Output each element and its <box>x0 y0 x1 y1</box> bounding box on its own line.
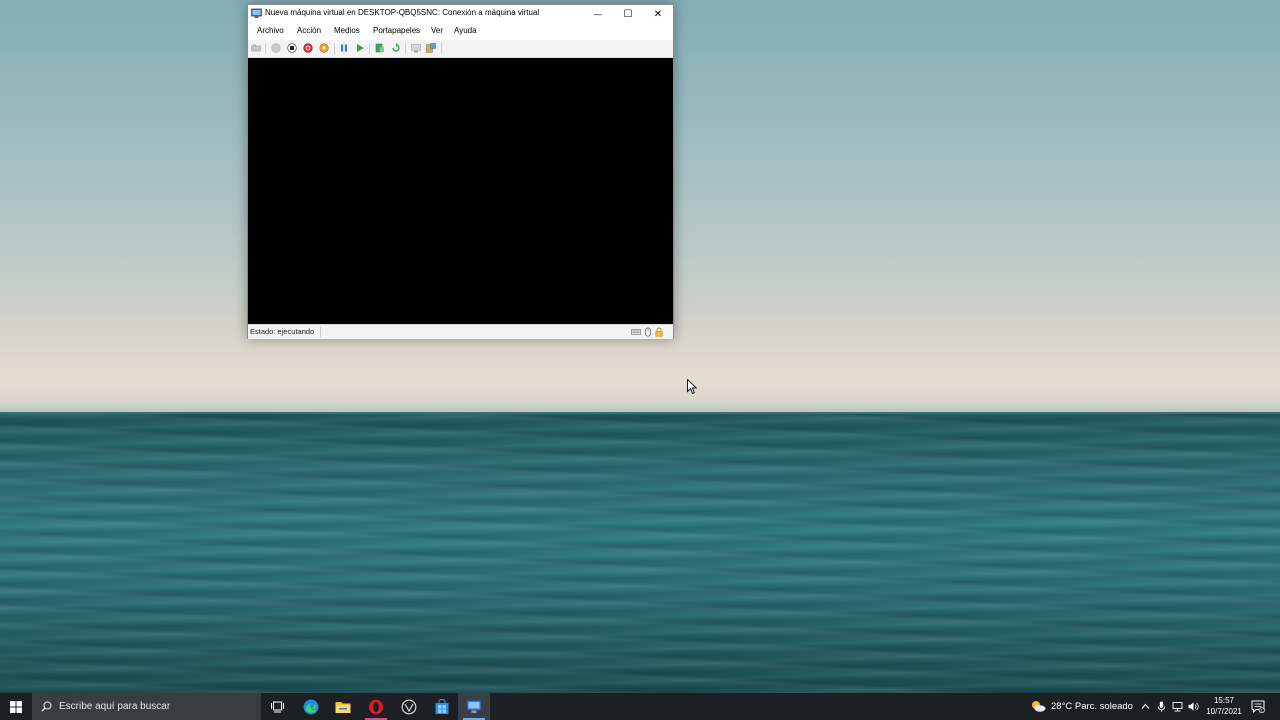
minimize-button[interactable]: — <box>583 5 613 23</box>
minimize-icon: — <box>594 9 602 19</box>
start-button[interactable] <box>0 693 32 720</box>
desktop-wallpaper: Nueva máquina virtual en DESKTOP-QBQ5SNC… <box>0 0 1280 720</box>
task-view-icon <box>270 701 284 712</box>
ctrl-alt-del-icon[interactable] <box>251 43 261 53</box>
menu-bar: Archivo Acción Medios Portapapeles Ver A… <box>248 23 673 40</box>
menu-ver[interactable]: Ver <box>431 26 443 35</box>
menu-archivo[interactable]: Archivo <box>257 26 284 35</box>
share-icon[interactable] <box>426 43 436 53</box>
toolbar <box>248 40 673 58</box>
taskbar-opera[interactable] <box>360 693 392 720</box>
taskbar-edge[interactable] <box>295 693 327 720</box>
pause-icon[interactable] <box>339 43 349 53</box>
start-icon[interactable] <box>271 43 281 53</box>
title-bar[interactable]: Nueva máquina virtual en DESKTOP-QBQ5SNC… <box>248 5 673 23</box>
microphone-icon[interactable] <box>1156 701 1167 712</box>
search-icon <box>41 701 52 712</box>
clock-date[interactable]: 10/7/2021 <box>1204 707 1244 716</box>
status-bar: Estado: ejecutando <box>248 324 673 339</box>
task-view-button[interactable] <box>261 693 293 720</box>
save-icon[interactable] <box>319 43 329 53</box>
vm-connection-window[interactable]: Nueva máquina virtual en DESKTOP-QBQ5SNC… <box>247 4 674 339</box>
maximize-button[interactable]: ☐ <box>613 5 643 23</box>
keyboard-icon <box>631 329 641 335</box>
menu-portapapeles[interactable]: Portapapeles <box>373 26 420 35</box>
status-divider <box>320 327 321 337</box>
maximize-icon: ☐ <box>623 8 633 20</box>
menu-accion[interactable]: Acción <box>297 26 321 35</box>
hyper-v-icon <box>466 700 482 713</box>
checkpoint-icon[interactable] <box>375 43 385 53</box>
vmware-icon <box>401 699 417 714</box>
notification-center-icon[interactable]: 1 <box>1251 700 1265 713</box>
weather-sun-cloud-icon <box>1032 701 1046 712</box>
mouse-icon <box>645 327 651 337</box>
menu-ayuda[interactable]: Ayuda <box>454 26 477 35</box>
taskbar: Escribe aquí para buscar 28°C Parc. sole… <box>0 693 1280 720</box>
toolbar-separator <box>265 43 266 54</box>
toolbar-separator <box>334 43 335 54</box>
status-text: Estado: ejecutando <box>250 327 315 336</box>
window-title: Nueva máquina virtual en DESKTOP-QBQ5SNC… <box>265 8 540 17</box>
toolbar-separator <box>369 43 370 54</box>
lock-icon <box>655 327 663 337</box>
resume-icon[interactable] <box>355 43 365 53</box>
vm-screen[interactable] <box>248 58 673 324</box>
file-explorer-icon <box>335 701 351 713</box>
clock-time[interactable]: 15:57 <box>1204 696 1244 705</box>
windows-logo-icon <box>10 700 22 713</box>
enhanced-session-icon[interactable] <box>411 43 421 53</box>
close-icon: ✕ <box>653 8 663 20</box>
horizon-line <box>0 412 1280 414</box>
volume-icon[interactable] <box>1188 701 1199 712</box>
search-placeholder: Escribe aquí para buscar <box>59 701 171 712</box>
edge-icon <box>303 699 319 714</box>
revert-icon[interactable] <box>391 43 401 53</box>
menu-medios[interactable]: Medios <box>334 26 360 35</box>
mouse-pointer-icon <box>687 379 697 395</box>
vm-window-icon <box>251 8 262 18</box>
chevron-up-icon[interactable] <box>1140 701 1151 712</box>
turn-off-icon[interactable] <box>287 43 297 53</box>
search-box[interactable]: Escribe aquí para buscar <box>32 693 261 720</box>
close-button[interactable]: ✕ <box>643 5 673 23</box>
weather-text[interactable]: 28°C Parc. soleado <box>1051 701 1133 712</box>
opera-icon <box>369 699 383 714</box>
toolbar-separator <box>405 43 406 54</box>
taskbar-vmware[interactable] <box>393 693 425 720</box>
shutdown-icon[interactable] <box>303 43 313 53</box>
taskbar-hyper-v[interactable] <box>458 693 490 720</box>
sea-wallpaper <box>0 413 1280 693</box>
toolbar-separator <box>441 43 442 54</box>
network-icon[interactable] <box>1172 701 1183 712</box>
store-icon <box>435 698 449 714</box>
taskbar-store[interactable] <box>426 693 458 720</box>
taskbar-file-explorer[interactable] <box>327 693 359 720</box>
